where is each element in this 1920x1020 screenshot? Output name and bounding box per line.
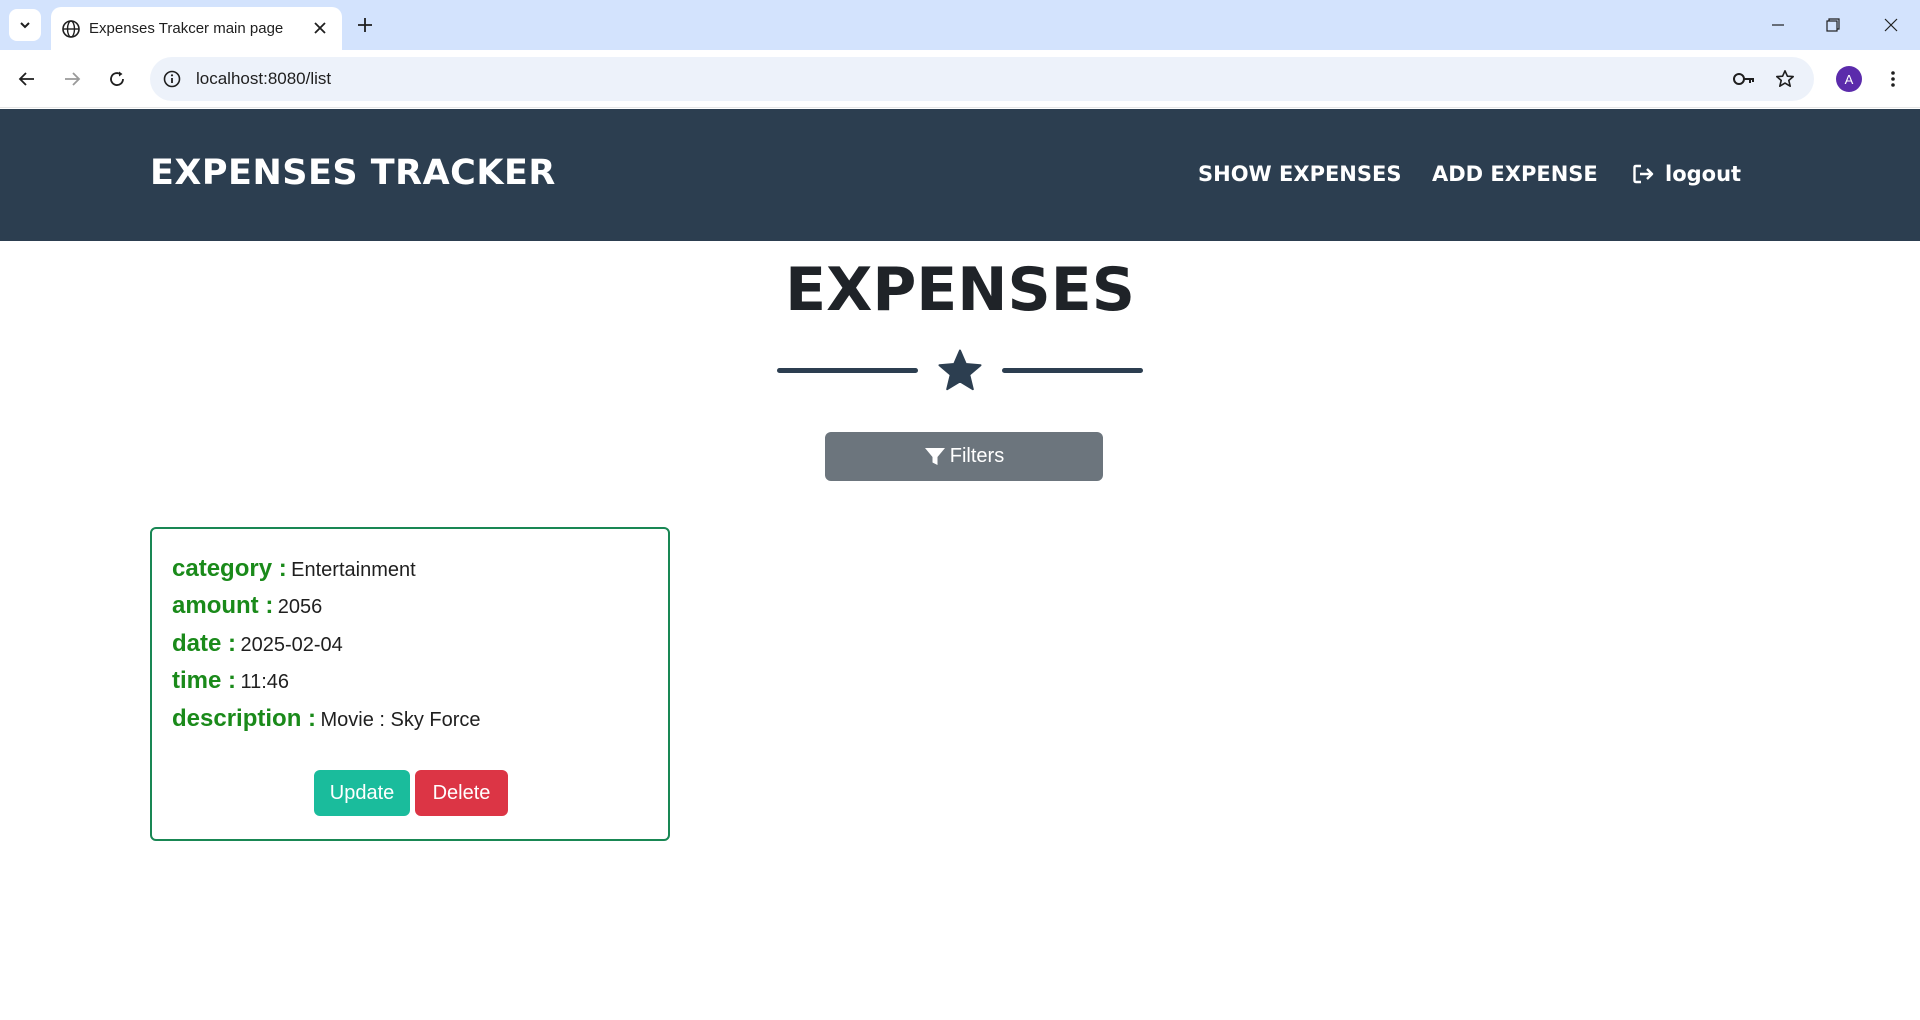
- chevron-down-icon: [20, 22, 30, 29]
- tab-title: Expenses Trakcer main page: [89, 20, 284, 37]
- key-icon: [1733, 73, 1754, 85]
- divider-line-left: [777, 368, 918, 373]
- window-close-button[interactable]: [1876, 10, 1906, 40]
- star-icon: [938, 349, 982, 391]
- date-field: date : 2025-02-04: [172, 630, 343, 658]
- back-icon: [18, 72, 34, 86]
- globe-icon: [62, 20, 80, 38]
- minimize-icon: [1772, 24, 1784, 26]
- forward-icon: [65, 72, 81, 86]
- filter-icon: [924, 447, 945, 465]
- date-value: 2025-02-04: [240, 634, 343, 656]
- description-value: Movie : Sky Force: [320, 709, 481, 731]
- close-icon: [314, 22, 326, 34]
- forward-button[interactable]: [56, 63, 88, 95]
- amount-field: amount : 2056: [172, 592, 322, 620]
- back-button[interactable]: [11, 63, 43, 95]
- date-label: date :: [172, 630, 237, 657]
- page-title: EXPENSES: [785, 255, 1135, 325]
- brand-title[interactable]: EXPENSES TRACKER: [150, 153, 556, 193]
- description-field: description : Movie : Sky Force: [172, 705, 481, 733]
- profile-avatar[interactable]: A: [1836, 66, 1862, 92]
- time-value: 11:46: [240, 671, 290, 693]
- logout-icon: [1633, 164, 1654, 184]
- delete-button[interactable]: Delete: [415, 770, 508, 816]
- time-field: time : 11:46: [172, 667, 289, 695]
- category-field: category : Entertainment: [172, 555, 416, 583]
- nav-show-expenses[interactable]: SHOW EXPENSES: [1198, 162, 1401, 186]
- time-label: time :: [172, 667, 237, 694]
- restore-icon: [1826, 18, 1840, 32]
- divider-line-right: [1002, 368, 1143, 373]
- browser-menu-button[interactable]: [1880, 66, 1906, 92]
- restore-button[interactable]: [1818, 10, 1848, 40]
- browser-tab-bar: Expenses Trakcer main page: [0, 0, 1920, 50]
- amount-label: amount :: [172, 592, 274, 619]
- url-text[interactable]: localhost:8080/list: [196, 69, 331, 89]
- close-tab-button[interactable]: [309, 17, 331, 39]
- reload-button[interactable]: [101, 63, 133, 95]
- category-value: Entertainment: [291, 559, 416, 581]
- logout-label: logout: [1665, 162, 1742, 186]
- app-navbar: EXPENSES TRACKER SHOW EXPENSES ADD EXPEN…: [0, 109, 1920, 241]
- bookmark-star-button[interactable]: [1773, 67, 1797, 91]
- tab-search-button[interactable]: [9, 9, 41, 41]
- plus-icon: [358, 18, 372, 32]
- reload-icon: [110, 71, 124, 86]
- expense-card: category : Entertainment amount : 2056 d…: [150, 527, 670, 841]
- nav-add-expense[interactable]: ADD EXPENSE: [1432, 162, 1598, 186]
- category-label: category :: [172, 555, 287, 582]
- filters-button[interactable]: Filters: [825, 432, 1103, 481]
- window-close-icon: [1884, 18, 1898, 32]
- browser-tab[interactable]: Expenses Trakcer main page: [51, 7, 342, 50]
- password-key-button[interactable]: [1732, 67, 1756, 91]
- filters-label: Filters: [949, 445, 1005, 467]
- star-icon: [1776, 70, 1794, 87]
- description-label: description :: [172, 705, 317, 732]
- update-button[interactable]: Update: [314, 770, 410, 816]
- more-vert-icon: [1891, 71, 1895, 87]
- minimize-button[interactable]: [1763, 10, 1793, 40]
- nav-logout[interactable]: logout: [1633, 162, 1741, 186]
- new-tab-button[interactable]: [352, 12, 378, 38]
- info-icon[interactable]: [162, 69, 182, 89]
- address-bar[interactable]: localhost:8080/list: [150, 57, 1814, 101]
- amount-value: 2056: [277, 596, 323, 618]
- browser-toolbar: localhost:8080/list A: [0, 50, 1920, 108]
